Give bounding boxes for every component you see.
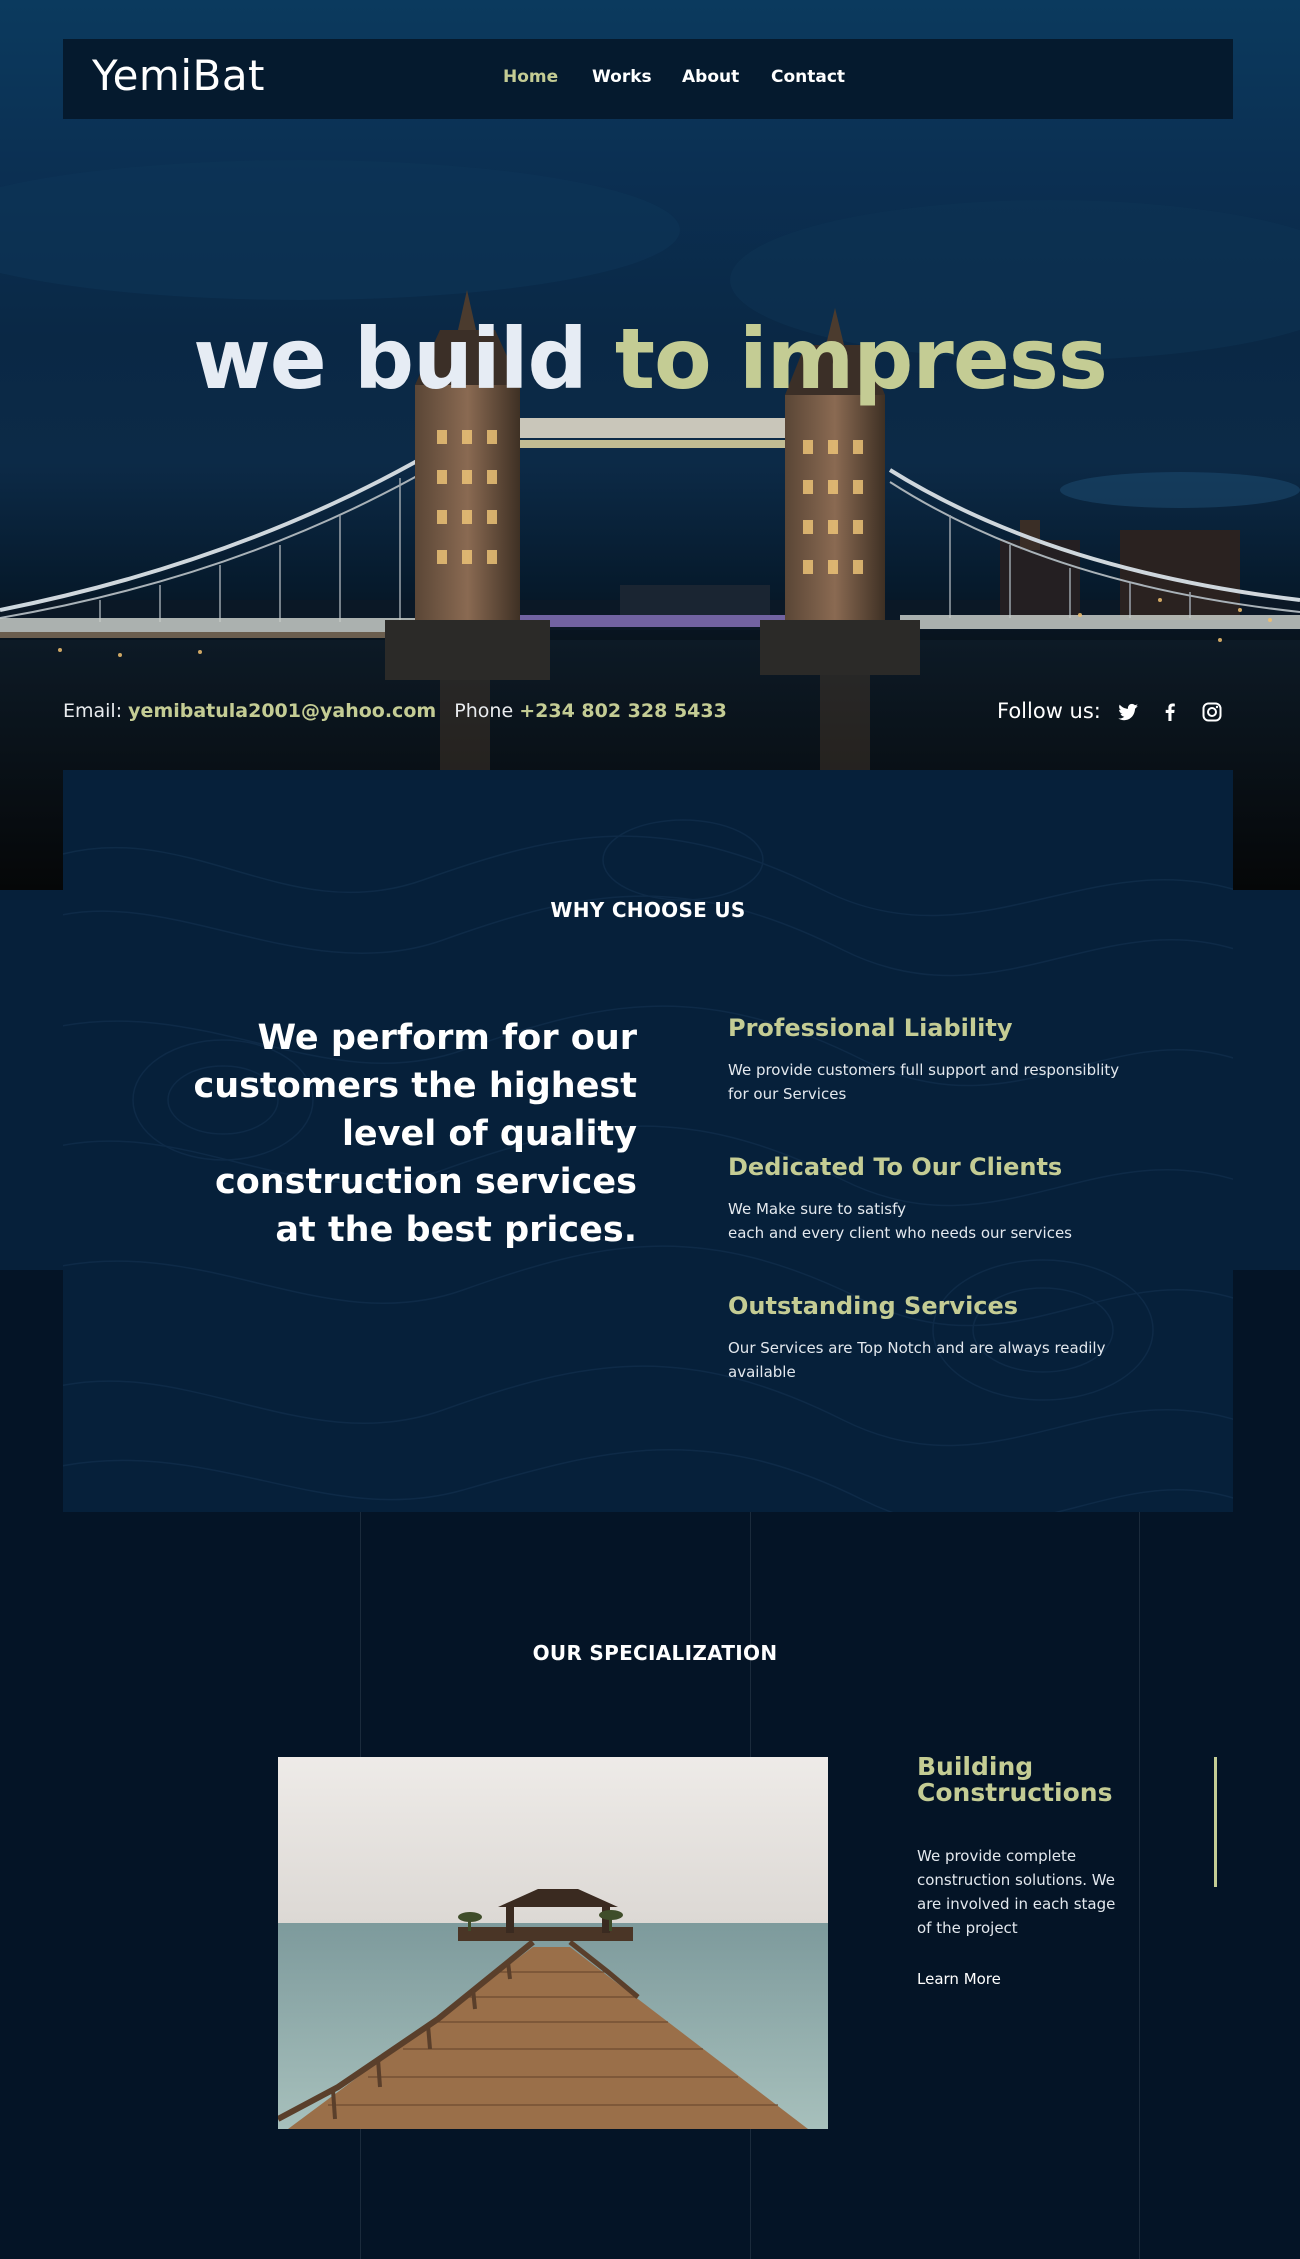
hero-section: YemiBat Home Works About Contact we buil… bbox=[0, 0, 1300, 890]
why-choose-us-section: WHY CHOOSE US We perform for our custome… bbox=[63, 770, 1233, 1512]
nav-contact[interactable]: Contact bbox=[771, 67, 845, 87]
nav-home[interactable]: Home bbox=[503, 67, 558, 87]
follow-us-label: Follow us: bbox=[997, 699, 1101, 723]
feature-title: Outstanding Services bbox=[728, 1292, 1019, 1320]
slider-indicator bbox=[1214, 1757, 1217, 1887]
feature-text: We provide customers full support and re… bbox=[728, 1061, 1120, 1103]
email-label: Email: bbox=[63, 700, 123, 722]
top-navbar: YemiBat Home Works About Contact bbox=[63, 39, 1233, 119]
nav-about[interactable]: About bbox=[682, 67, 739, 87]
twitter-icon[interactable] bbox=[1116, 700, 1140, 724]
headline-part-2: to impress bbox=[614, 310, 1108, 408]
specialization-item-text: We provide complete construction solutio… bbox=[917, 1847, 1116, 1937]
feature-outstanding-services: Outstanding Services Our Services are To… bbox=[728, 1292, 1128, 1384]
learn-more-link[interactable]: Learn More bbox=[917, 1970, 1001, 1988]
instagram-icon[interactable] bbox=[1200, 700, 1224, 724]
why-lead-text: We perform for our customers the highest… bbox=[193, 1018, 637, 1250]
nav-works[interactable]: Works bbox=[592, 67, 652, 87]
phone-label: Phone bbox=[454, 700, 514, 722]
feature-title: Dedicated To Our Clients bbox=[728, 1153, 1063, 1181]
why-title: WHY CHOOSE US bbox=[550, 898, 746, 922]
facebook-icon[interactable] bbox=[1158, 700, 1182, 724]
email-link[interactable]: yemibatula2001@yahoo.com bbox=[128, 700, 436, 722]
specialization-title: OUR SPECIALIZATION bbox=[532, 1641, 778, 1665]
phone-link[interactable]: +234 802 328 5433 bbox=[519, 700, 727, 722]
grid-line bbox=[1139, 1512, 1140, 2259]
feature-text: We Make sure to satisfy each and every c… bbox=[728, 1200, 1072, 1242]
feature-text: Our Services are Top Notch and are alway… bbox=[728, 1339, 1106, 1381]
feature-dedicated-clients: Dedicated To Our Clients We Make sure to… bbox=[728, 1153, 1128, 1245]
hero-headline: we build to impress bbox=[0, 310, 1300, 408]
headline-part-1: we build bbox=[193, 310, 587, 408]
feature-professional-liability: Professional Liability We provide custom… bbox=[728, 1014, 1128, 1106]
pier-image bbox=[278, 1757, 828, 2129]
contact-info: Email: yemibatula2001@yahoo.com Phone +2… bbox=[63, 700, 727, 722]
feature-title: Professional Liability bbox=[728, 1014, 1013, 1042]
brand-logo[interactable]: YemiBat bbox=[92, 51, 265, 100]
tower-bridge-background bbox=[0, 160, 1300, 890]
specialization-item-title: Building Constructions bbox=[917, 1752, 1113, 1807]
